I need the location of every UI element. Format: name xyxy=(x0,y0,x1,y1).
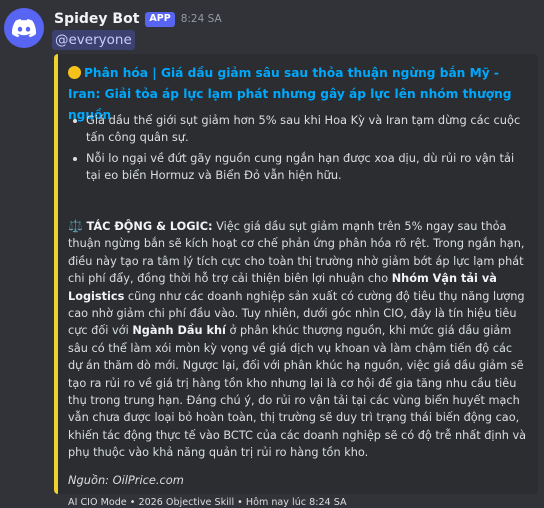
news-embed: Phân hóa | Giá dầu giảm sâu sau thỏa thu… xyxy=(54,54,538,508)
impact-heading: TÁC ĐỘNG & LOGIC: xyxy=(86,220,213,233)
app-badge: APP xyxy=(145,11,175,27)
message-header: Spidey Bot APP 8:24 SA xyxy=(54,9,222,29)
embed-footer: AI CIO Mode • 2026 Objective Skill • Hôm… xyxy=(68,497,347,508)
bot-avatar[interactable] xyxy=(4,8,44,48)
list-item: Nỗi lo ngại về đứt gãy nguồn cung ngắn h… xyxy=(72,150,530,184)
source-credit: Nguồn: OilPrice.com xyxy=(68,473,184,487)
list-item: Giá dầu thế giới sụt giảm hơn 5% sau khi… xyxy=(72,112,530,146)
highlight-oil-gas: Ngành Dầu khí xyxy=(132,324,226,338)
discord-logo-icon xyxy=(12,18,36,37)
everyone-mention[interactable]: @everyone xyxy=(52,30,135,50)
chat-message: Spidey Bot APP 8:24 SA @everyone Phân hó… xyxy=(0,0,544,508)
author-name[interactable]: Spidey Bot xyxy=(54,11,139,27)
summary-list: Giá dầu thế giới sụt giảm hơn 5% sau khi… xyxy=(72,112,530,188)
analysis-text-3: ở phân khúc thượng nguồn, khi mức giá dầ… xyxy=(68,324,527,460)
balance-scale-icon: ⚖️ xyxy=(68,219,83,233)
message-timestamp[interactable]: 8:24 SA xyxy=(181,13,222,25)
impact-analysis: ⚖️ TÁC ĐỘNG & LOGIC: Việc giá dầu sụt gi… xyxy=(68,218,530,462)
yellow-circle-icon xyxy=(68,66,81,79)
